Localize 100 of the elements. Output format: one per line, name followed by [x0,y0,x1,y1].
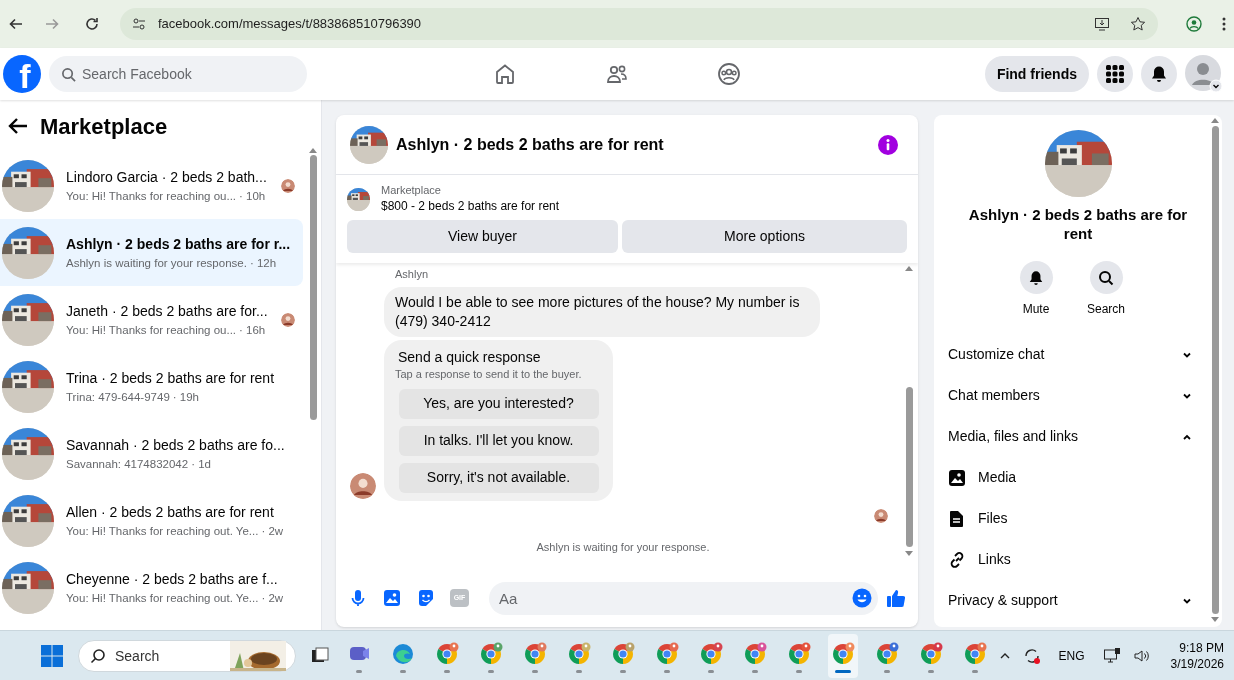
conversation-preview: Trina: 479-644-9749 [66,389,170,405]
section-item[interactable]: Media [948,457,1192,498]
media-icon [948,468,966,487]
photo-icon[interactable] [382,588,402,608]
conversation-time: · 1d [191,456,211,472]
clock-time[interactable]: 9:18 PM [1179,639,1224,656]
mute-button[interactable] [1019,261,1053,294]
site-settings-icon[interactable] [132,17,146,31]
avatar-icon [350,472,376,499]
conversation-item[interactable]: Lindoro Garcia · 2 beds 2 bath... You: Hi! Thanks for reaching ou... · 10h [0,152,303,219]
message-bubble: Would I be able to see more pictures of the house? My number is (479) 340-2412 [384,286,820,337]
home-icon[interactable] [493,62,517,86]
details-title: Ashlyn · 2 beds 2 baths are for rent [967,205,1189,243]
conversation-preview: You: Hi! Thanks for reaching ou... [66,322,237,338]
link-icon [948,550,966,569]
message-field[interactable]: Aa [489,581,878,615]
chrome-icon [919,642,943,666]
chrome-icon [523,642,547,666]
menu-icon[interactable] [1222,16,1226,32]
chrome-icon [699,642,723,666]
section-header[interactable]: Privacy & support [948,580,1192,621]
conversation-preview: Savannah: 4174832042 [66,456,189,472]
conversation-title: Savannah · 2 beds 2 baths are fo... [66,435,286,455]
conversation-item[interactable]: Cheyenne · 2 beds 2 baths are f... You: Hi! Thanks for reaching out. Ye... · 2w [0,554,303,621]
clock-date[interactable]: 3/19/2026 [1170,655,1224,672]
section-item[interactable]: Links [948,539,1192,580]
conversation-time: · 2w [261,523,284,539]
section-item[interactable]: Files [948,498,1192,539]
view-buyer-button[interactable]: View buyer [347,220,618,253]
groups-icon[interactable] [717,62,741,86]
chrome-icon [787,642,811,666]
conversation-time: · 16h [239,322,266,338]
search-button[interactable] [1089,261,1123,294]
menu-button[interactable] [1097,56,1133,92]
conversation-preview: You: Hi! Thanks for reaching ou... [66,188,237,204]
section-header[interactable]: Customize chat [948,334,1192,375]
chrome-icon [479,642,503,666]
taskbar-app[interactable] [828,633,858,678]
conversation-time: · 2w [261,590,284,606]
action-label: Mute [1022,301,1050,318]
sync-icon[interactable] [1022,646,1041,665]
back-arrow-icon[interactable] [8,117,28,135]
listing-label: Marketplace [381,183,442,198]
conversation-title: Cheyenne · 2 beds 2 baths are f... [66,569,279,589]
chrome-icon [743,642,767,666]
sidebar-title: Marketplace [40,112,168,141]
section-header[interactable]: Chat members [948,375,1192,416]
info-icon[interactable] [878,134,898,155]
read-receipt-icon [874,508,888,523]
star-icon[interactable] [1130,16,1146,32]
action-label: Search [1087,301,1125,318]
quick-response-hint: Tap a response to send it to the buyer. [395,366,582,382]
more-options-button[interactable]: More options [622,220,907,253]
conversation-title: Ashlyn · 2 beds 2 baths are for r... [66,234,292,254]
windows-start-icon[interactable] [40,643,64,668]
conversation-title: Lindoro Garcia · 2 beds 2 bath... [66,167,268,187]
quick-reply-button[interactable]: In talks. I'll let you know. [398,425,599,456]
chrome-icon [567,642,591,666]
conversation-item[interactable]: Allen · 2 beds 2 baths are for rent You: Hi! Thanks for reaching out. Ye... · 2w [0,487,303,554]
back-icon[interactable] [8,16,24,32]
conversation-time: · 10h [239,188,266,204]
install-icon[interactable] [1094,16,1110,32]
conversation-preview: Ashlyn is waiting for your response. [66,255,247,271]
conversation-item[interactable]: Savannah · 2 beds 2 baths are fo... Savannah: 4174832042 · 1d [0,420,303,487]
scrollbar[interactable] [905,266,913,556]
find-friends-button[interactable]: Find friends [984,56,1089,92]
bell-icon [1150,65,1168,83]
conversation-title: Janeth · 2 beds 2 baths are for... [66,301,269,321]
conversation-item[interactable]: Janeth · 2 beds 2 baths are for... You: Hi! Thanks for reaching ou... · 16h [0,286,303,353]
network-icon[interactable] [1102,646,1121,665]
thumbs-up-icon[interactable] [886,588,906,608]
sender-name: Ashlyn [395,267,430,282]
chrome-icon [875,642,899,666]
conversation-time: · 12h [249,255,277,271]
section-header[interactable]: Media, files and links [948,416,1192,457]
conversation-item[interactable]: Trina · 2 beds 2 baths are for rent Trina: 479-644-9749 · 19h [0,353,303,420]
reload-icon[interactable] [84,16,100,32]
facebook-logo[interactable]: f [3,55,41,93]
search-icon [61,67,76,82]
conversation-title: Allen · 2 beds 2 baths are for rent [66,502,275,522]
conversation-item[interactable]: Ashlyn · 2 beds 2 baths are for r... Ashlyn is waiting for your response. · 12h [0,219,303,286]
chrome-icon [435,642,459,666]
search-field[interactable]: Search Facebook [49,56,307,92]
notifications-button[interactable] [1141,56,1177,92]
conversation-preview: You: Hi! Thanks for reaching out. Ye... [66,523,259,539]
grid-icon [1106,65,1124,83]
profile-icon[interactable] [1186,16,1202,32]
quick-reply-button[interactable]: Yes, are you interested? [398,388,599,419]
account-icon[interactable] [1185,55,1223,93]
chrome-icon [831,642,855,666]
chrome-icon [611,642,635,666]
quick-reply-button[interactable]: Sorry, it's not available. [398,462,599,493]
conversation-preview: You: Hi! Thanks for reaching out. Ye... [66,590,259,606]
chat-title: Ashlyn · 2 beds 2 baths are for rent [396,134,665,155]
sticker-icon[interactable] [416,588,436,608]
emoji-icon[interactable] [852,588,872,608]
address-bar[interactable]: facebook.com/messages/t/883868510796390 [120,8,1158,40]
language-indicator[interactable]: ENG [1058,646,1085,665]
conversation-time: · 19h [172,389,199,405]
status-text: Ashlyn is waiting for your response. [536,539,710,555]
